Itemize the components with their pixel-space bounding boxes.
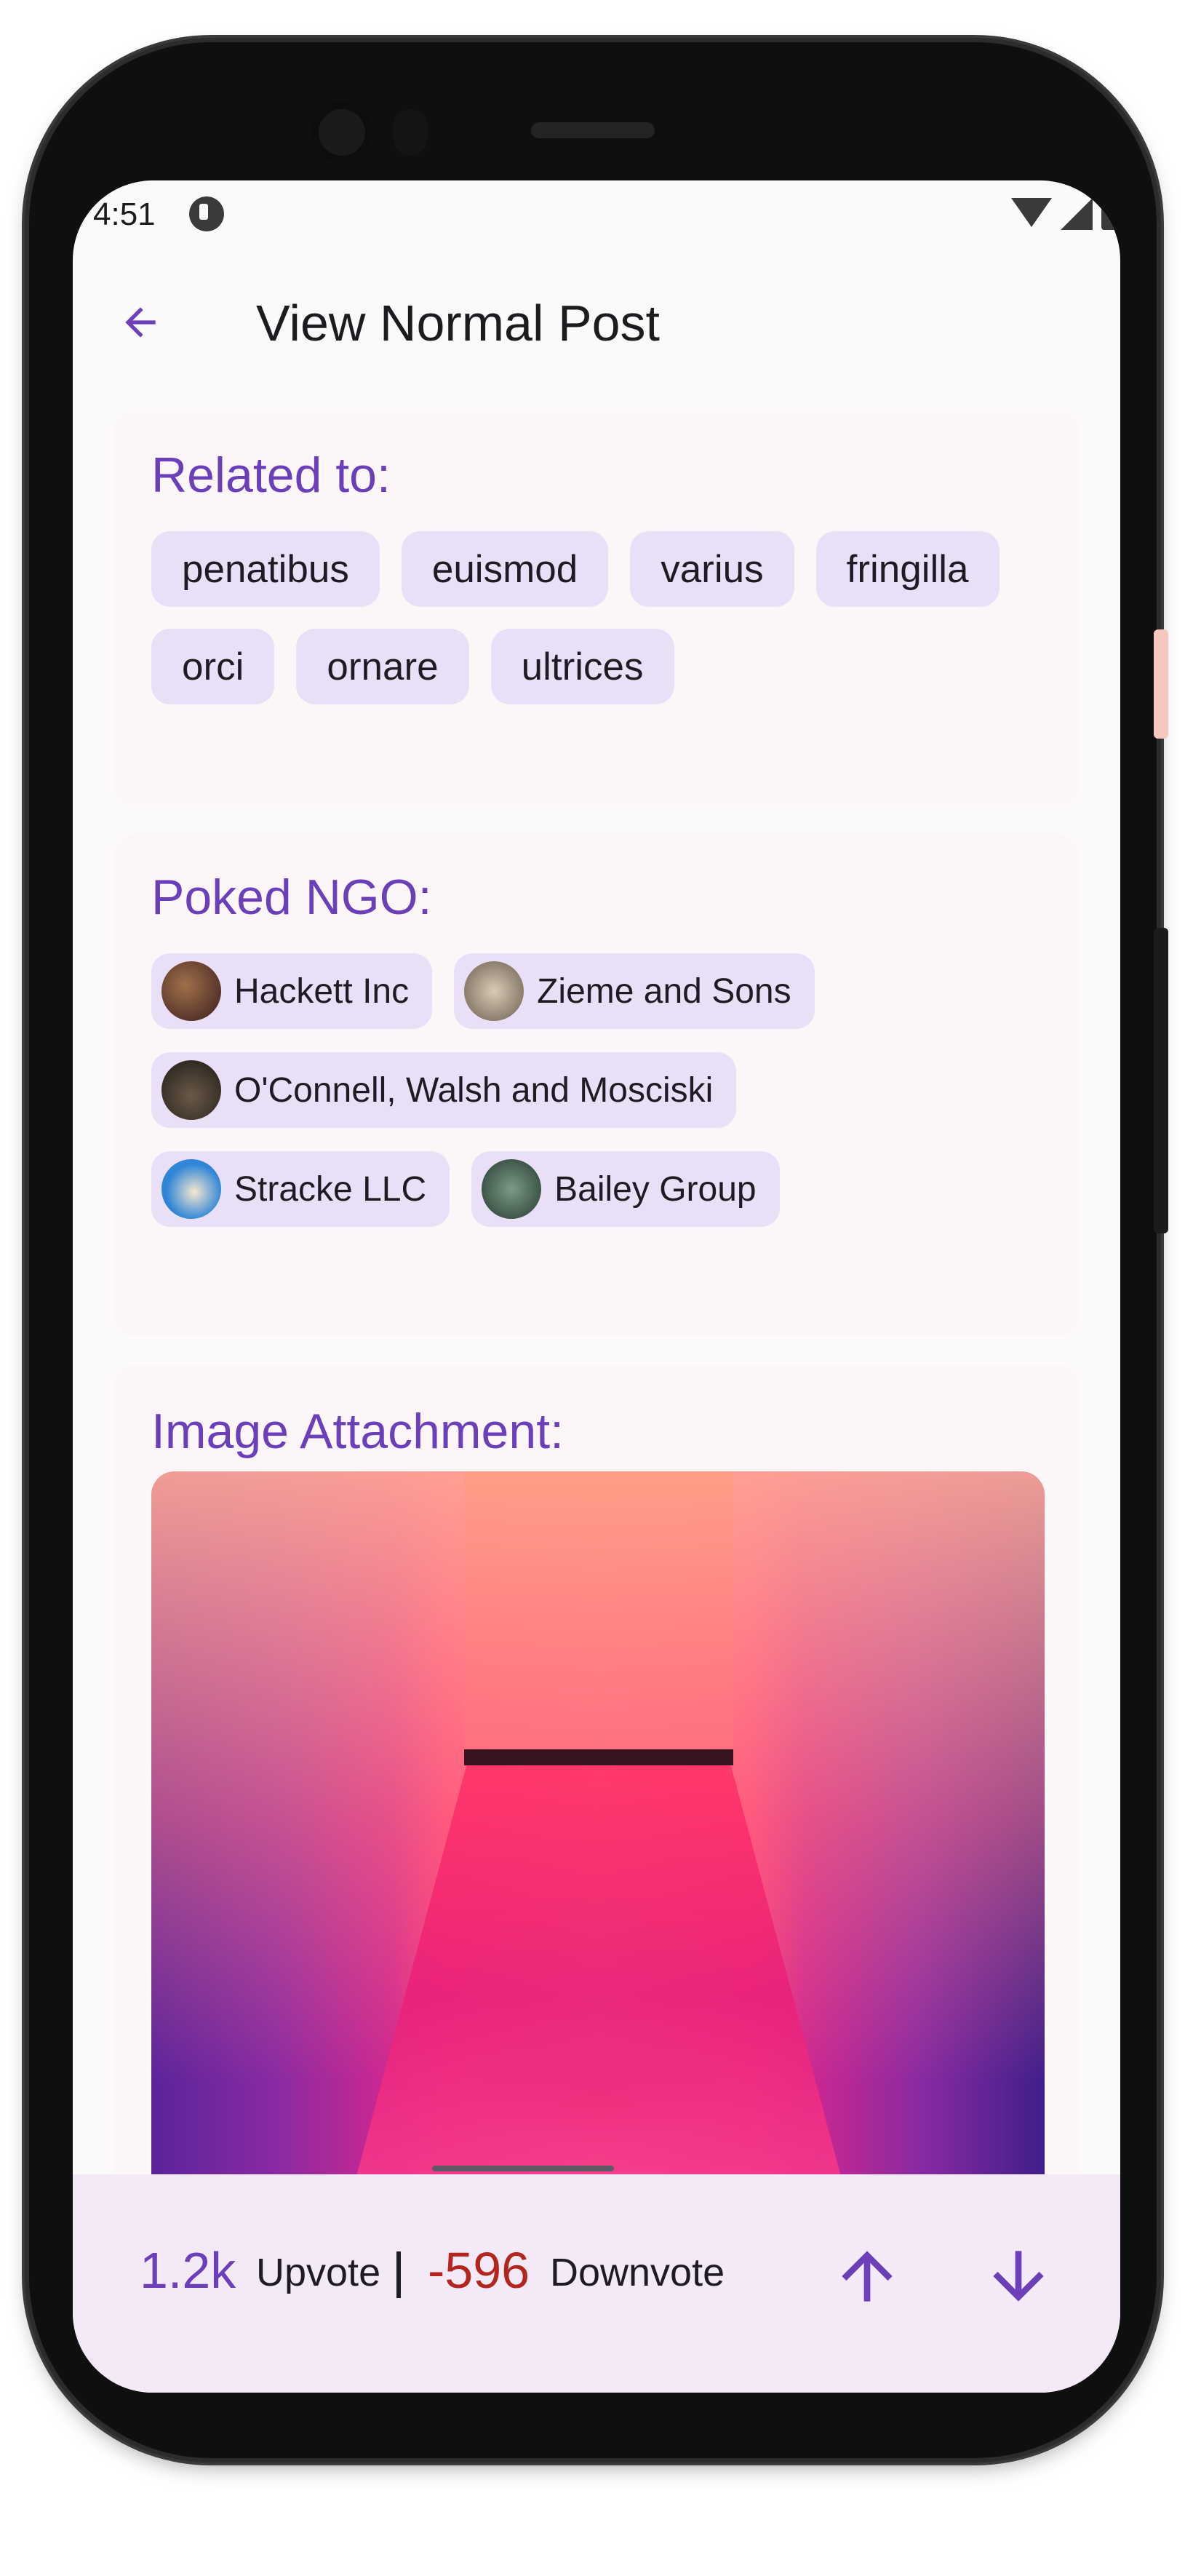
- avatar: [161, 1159, 221, 1219]
- app-bar: View Normal Post: [73, 268, 1120, 362]
- front-camera: [311, 102, 372, 163]
- vote-bar: 1.2k Upvote -596 Downvote: [73, 2174, 1120, 2393]
- related-tags: penatibus euismod varius fringilla orci …: [151, 531, 1050, 704]
- page-title: View Normal Post: [256, 295, 661, 351]
- ngo-chip-bailey[interactable]: Bailey Group: [471, 1151, 780, 1227]
- ngo-chip-oconnell[interactable]: O'Connell, Walsh and Mosciski: [151, 1052, 737, 1128]
- tag-chip[interactable]: ornare: [296, 629, 469, 704]
- avatar: [161, 1060, 221, 1120]
- signal-icon: [1061, 198, 1093, 230]
- tag-chip[interactable]: orci: [151, 629, 275, 704]
- ngo-name: Bailey Group: [554, 1169, 757, 1209]
- image-detail: [464, 1749, 733, 1765]
- image-detail: [464, 1471, 733, 1754]
- avatar: [482, 1159, 542, 1219]
- related-title: Related to:: [151, 448, 391, 503]
- downvote-count: -596: [428, 2242, 530, 2299]
- upvote-label: Upvote: [256, 2251, 381, 2294]
- ngo-name: O'Connell, Walsh and Mosciski: [234, 1070, 714, 1110]
- ngo-name: Zieme and Sons: [537, 971, 791, 1011]
- camera-sensor: [393, 109, 428, 156]
- ngo-name: Hackett Inc: [234, 971, 410, 1011]
- arrow-back-icon: [125, 307, 156, 338]
- avatar: [161, 961, 221, 1021]
- ngo-name: Stracke LLC: [234, 1169, 427, 1209]
- arrow-down-icon: [993, 2251, 1044, 2302]
- related-card: Related to: penatibus euismod varius fri…: [113, 412, 1080, 805]
- downvote-button[interactable]: [975, 2233, 1062, 2320]
- status-bar: 4:51: [73, 180, 1120, 246]
- tag-chip[interactable]: penatibus: [151, 531, 380, 607]
- vote-divider: [396, 2251, 401, 2298]
- ngo-chip-hackett[interactable]: Hackett Inc: [151, 953, 433, 1029]
- status-icons: [1011, 198, 1120, 230]
- tag-chip[interactable]: varius: [630, 531, 794, 607]
- tag-chip[interactable]: fringilla: [815, 531, 1000, 607]
- tag-chip[interactable]: ultrices: [490, 629, 674, 704]
- wifi-icon: [1011, 198, 1052, 227]
- ngo-title: Poked NGO:: [151, 870, 432, 925]
- upvote-button[interactable]: [823, 2233, 911, 2320]
- volume-button: [1154, 928, 1168, 1233]
- earpiece-speaker: [531, 122, 655, 138]
- tag-chip[interactable]: euismod: [401, 531, 609, 607]
- arrow-up-icon: [842, 2251, 893, 2302]
- ngo-card: Poked NGO: Hackett Inc Zieme and Sons O'…: [113, 834, 1080, 1336]
- status-time: 4:51: [93, 196, 156, 232]
- image-attachment-title: Image Attachment:: [151, 1404, 564, 1459]
- back-button[interactable]: [108, 290, 173, 355]
- home-indicator[interactable]: [432, 2166, 614, 2171]
- upvote-count: 1.2k: [140, 2242, 236, 2299]
- avatar: [464, 961, 524, 1021]
- screen: 4:51 View Normal Post Related to: penati…: [73, 180, 1120, 2393]
- ngo-chip-stracke[interactable]: Stracke LLC: [151, 1151, 450, 1227]
- power-button: [1154, 629, 1168, 739]
- app-notification-icon: [189, 196, 224, 231]
- ngo-chip-zieme[interactable]: Zieme and Sons: [454, 953, 815, 1029]
- battery-icon: [1101, 198, 1120, 230]
- ngo-list: Hackett Inc Zieme and Sons O'Connell, Wa…: [151, 953, 1050, 1227]
- downvote-label: Downvote: [550, 2251, 725, 2294]
